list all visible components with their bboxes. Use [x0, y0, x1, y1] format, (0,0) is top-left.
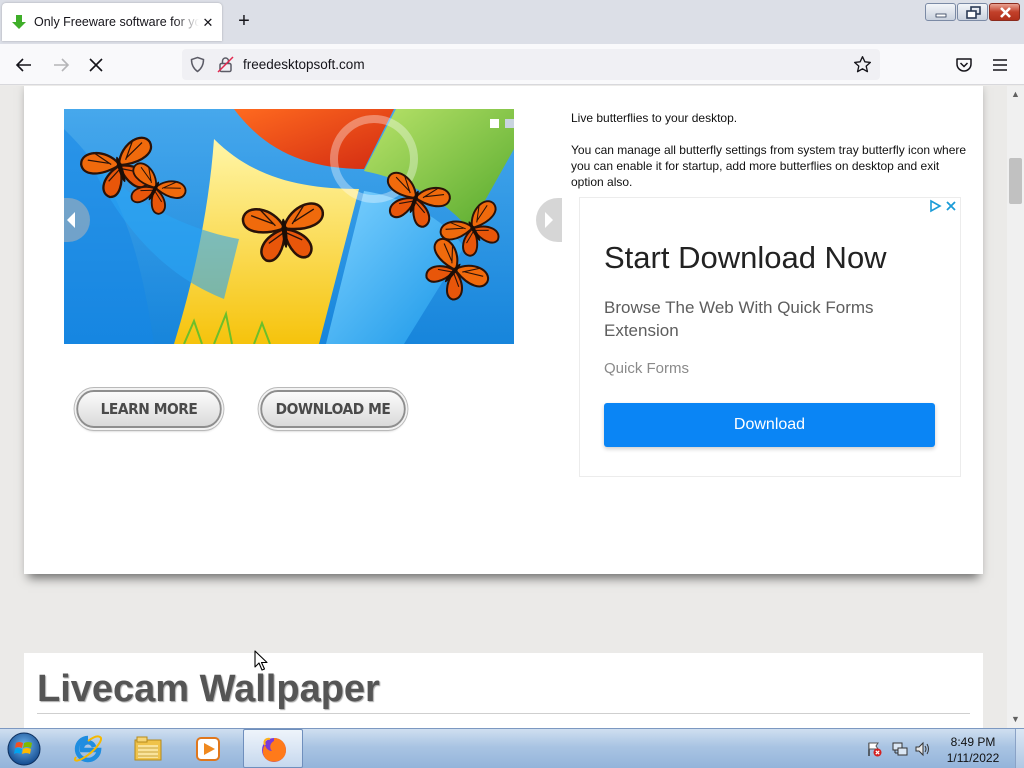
show-desktop-button[interactable] — [1015, 729, 1024, 768]
close-window-button[interactable] — [989, 3, 1020, 21]
scroll-up-icon[interactable]: ▲ — [1010, 89, 1021, 100]
hamburger-menu-icon[interactable] — [990, 55, 1010, 75]
action-center-flag-icon[interactable] — [866, 741, 882, 757]
windows-taskbar: 8:49 PM 1/11/2022 — [0, 728, 1024, 768]
taskbar-windows-explorer[interactable] — [118, 729, 178, 768]
livecam-wallpaper-card: Livecam Wallpaper — [24, 653, 983, 728]
page-viewport: LEARN MORE DOWNLOAD ME Live butterflies … — [0, 86, 1007, 728]
tracking-shield-icon[interactable] — [189, 56, 206, 73]
advertisement[interactable]: Start Download Now Browse The Web With Q… — [579, 197, 961, 477]
taskbar-media-player[interactable] — [178, 729, 238, 768]
back-arrow-icon[interactable] — [14, 55, 34, 75]
start-orb-icon[interactable] — [4, 731, 44, 767]
ad-download-button[interactable]: Download — [604, 403, 935, 447]
firefox-icon — [262, 737, 286, 762]
forward-arrow-icon[interactable] — [51, 55, 71, 75]
media-player-icon — [196, 737, 220, 761]
taskbar-internet-explorer[interactable] — [58, 729, 118, 768]
page-scrollbar[interactable]: ▲ ▼ — [1007, 86, 1024, 728]
new-tab-icon[interactable]: + — [234, 11, 254, 32]
section-divider — [37, 713, 970, 714]
scroll-thumb[interactable] — [1009, 158, 1022, 204]
slider-dot-1[interactable] — [490, 119, 499, 128]
address-bar[interactable]: freedesktopsoft.com — [182, 49, 880, 80]
learn-more-button[interactable]: LEARN MORE — [76, 390, 222, 428]
ad-brand[interactable]: Quick Forms — [604, 360, 689, 377]
slider-dot-2[interactable] — [505, 119, 514, 128]
product-description: Live butterflies to your desktop. You ca… — [571, 110, 971, 190]
screenshot-slider — [64, 109, 514, 344]
clock-time: 8:49 PM — [950, 735, 996, 749]
tab-title: Only Freeware software for your — [34, 15, 199, 29]
slider-next-button[interactable] — [536, 198, 562, 242]
close-tab-icon[interactable]: ✕ — [201, 16, 215, 30]
scroll-down-icon[interactable]: ▼ — [1010, 714, 1021, 725]
section-title[interactable]: Livecam Wallpaper — [37, 668, 380, 711]
chevron-left-icon — [67, 212, 75, 228]
taskbar-firefox[interactable] — [243, 729, 303, 768]
navigation-toolbar: freedesktopsoft.com — [0, 44, 1024, 85]
internet-explorer-icon — [74, 735, 102, 763]
description-details: You can manage all butterfly settings fr… — [571, 143, 967, 189]
browser-tab[interactable]: Only Freeware software for your ✕ — [2, 3, 222, 41]
pocket-icon[interactable] — [954, 55, 974, 75]
ad-subline[interactable]: Browse The Web With Quick Forms Extensio… — [604, 296, 934, 342]
chevron-right-icon — [545, 212, 553, 228]
restore-window-button[interactable] — [957, 3, 988, 21]
ad-headline[interactable]: Start Download Now — [604, 240, 887, 276]
ad-choices-icon[interactable] — [929, 199, 959, 213]
network-icon[interactable] — [892, 741, 908, 757]
bookmark-star-icon[interactable] — [853, 55, 872, 74]
download-me-button[interactable]: DOWNLOAD ME — [260, 390, 406, 428]
stop-loading-icon[interactable] — [86, 55, 106, 75]
system-clock[interactable]: 8:49 PM 1/11/2022 — [938, 734, 1008, 766]
insecure-lock-icon[interactable] — [217, 56, 234, 73]
download-arrow-favicon-icon — [12, 15, 26, 29]
minimize-window-button[interactable] — [925, 3, 956, 21]
clock-date: 1/11/2022 — [946, 751, 1000, 765]
url-text[interactable]: freedesktopsoft.com — [243, 57, 365, 72]
volume-icon[interactable] — [915, 741, 931, 757]
description-tagline: Live butterflies to your desktop. — [571, 111, 738, 125]
mouse-pointer-icon — [254, 650, 268, 671]
tab-strip: Only Freeware software for your ✕ + — [0, 0, 1024, 44]
butterfly-screenshot-image — [64, 109, 514, 344]
product-card: LEARN MORE DOWNLOAD ME Live butterflies … — [24, 86, 983, 574]
windows-explorer-icon — [134, 736, 162, 761]
